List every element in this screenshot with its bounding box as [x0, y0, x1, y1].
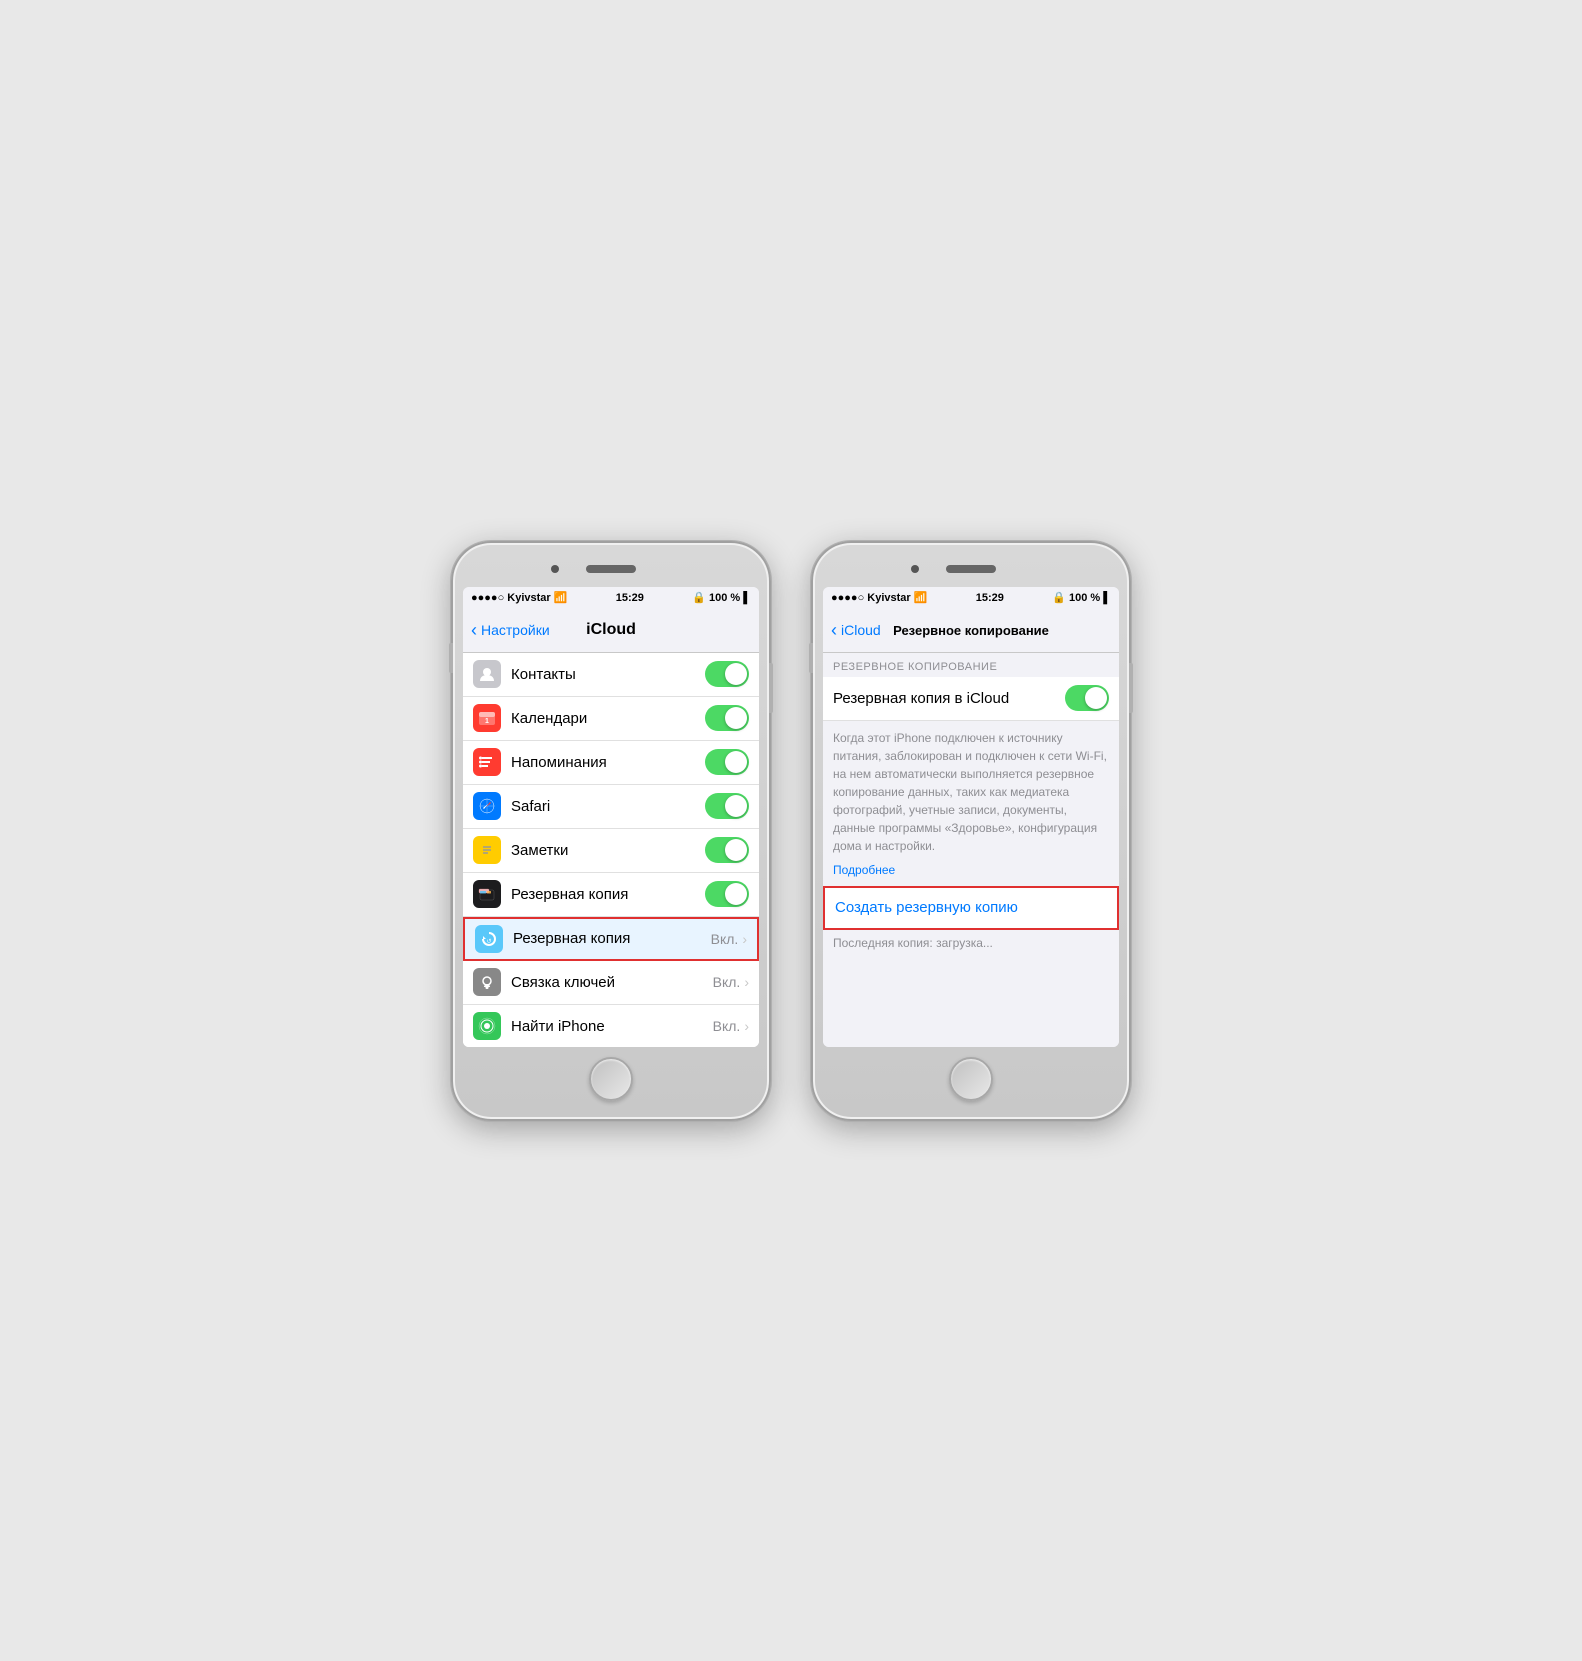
wallet-toggle[interactable]	[705, 881, 749, 907]
status-right-1: 🔒 100 % ▌	[692, 591, 751, 604]
iphone-top-2	[823, 555, 1119, 583]
speaker-1	[586, 565, 636, 573]
svg-text:1: 1	[485, 718, 489, 725]
iphone-top-1	[463, 555, 759, 583]
lock-icon-2: 🔒	[1052, 591, 1066, 604]
screen-2: ●●●●○ Kyivstar 📶 15:29 🔒 100 % ▌ ‹ iClou…	[823, 587, 1119, 1047]
time-2: 15:29	[976, 592, 1004, 604]
home-button-2[interactable]	[949, 1057, 993, 1101]
contacts-toggle[interactable]	[705, 661, 749, 687]
settings-item-wallet[interactable]: Резервная копия	[463, 873, 759, 917]
backup-card: Резервная копия в iCloud	[823, 677, 1119, 721]
back-label-2: iCloud	[841, 622, 881, 638]
backup-row-label: Резервная копия	[513, 930, 711, 947]
find-iphone-value: Вкл.	[713, 1018, 741, 1034]
settings-item-keychain[interactable]: Связка ключей Вкл. ›	[463, 961, 759, 1005]
back-label-1: Настройки	[481, 622, 550, 638]
carrier-1: ●●●●○ Kyivstar	[471, 592, 551, 604]
battery-icon-2: ▌	[1103, 592, 1111, 604]
backup-value: Вкл.	[711, 931, 739, 947]
reminders-label: Напоминания	[511, 754, 705, 771]
nav-title-2: Резервное копирование	[893, 623, 1049, 638]
settings-item-reminders[interactable]: Напоминания	[463, 741, 759, 785]
nav-bar-2: ‹ iCloud Резервное копирование	[823, 609, 1119, 653]
front-camera-1	[551, 565, 559, 573]
iphone-bottom-1	[463, 1053, 759, 1105]
svg-text:↺: ↺	[486, 938, 491, 945]
backup-icon: ↺	[475, 925, 503, 953]
calendar-toggle[interactable]	[705, 705, 749, 731]
create-backup-label: Создать резервную копию	[835, 899, 1018, 916]
reminders-toggle[interactable]	[705, 749, 749, 775]
keychain-label: Связка ключей	[511, 974, 713, 991]
back-arrow-1: ‹	[471, 621, 477, 639]
status-bar-2: ●●●●○ Kyivstar 📶 15:29 🔒 100 % ▌	[823, 587, 1119, 609]
front-camera-2	[911, 565, 919, 573]
find-iphone-chevron: ›	[744, 1018, 749, 1034]
lock-icon-1: 🔒	[692, 591, 706, 604]
status-bar-1: ●●●●○ Kyivstar 📶 15:29 🔒 100 % ▌	[463, 587, 759, 609]
keychain-icon	[473, 968, 501, 996]
battery-2: 100 %	[1069, 592, 1100, 604]
nav-bar-1: ‹ Настройки iCloud	[463, 609, 759, 653]
backup-toggle-label: Резервная копия в iCloud	[833, 690, 1065, 707]
battery-1: 100 %	[709, 592, 740, 604]
backup-chevron: ›	[742, 931, 747, 947]
safari-toggle[interactable]	[705, 793, 749, 819]
backup-description-text: Когда этот iPhone подключен к источнику …	[823, 721, 1119, 863]
settings-list-1: Контакты 1 Календари Напоминания	[463, 653, 759, 1047]
status-left-1: ●●●●○ Kyivstar 📶	[471, 591, 567, 604]
notes-label: Заметки	[511, 842, 705, 859]
contacts-icon	[473, 660, 501, 688]
settings-item-backup[interactable]: ↺ Резервная копия Вкл. ›	[463, 917, 759, 961]
status-left-2: ●●●●○ Kyivstar 📶	[831, 591, 927, 604]
wifi-icon-2: 📶	[914, 591, 928, 604]
backup-toggle-row[interactable]: Резервная копия в iCloud	[823, 677, 1119, 721]
status-right-2: 🔒 100 % ▌	[1052, 591, 1111, 604]
settings-item-notes[interactable]: Заметки	[463, 829, 759, 873]
settings-item-contacts[interactable]: Контакты	[463, 653, 759, 697]
notes-toggle[interactable]	[705, 837, 749, 863]
screen-1: ●●●●○ Kyivstar 📶 15:29 🔒 100 % ▌ ‹ Настр…	[463, 587, 759, 1047]
iphone-device-1: ●●●●○ Kyivstar 📶 15:29 🔒 100 % ▌ ‹ Настр…	[451, 541, 771, 1121]
last-backup-text: Последняя копия: загрузка...	[823, 930, 1119, 956]
time-1: 15:29	[616, 592, 644, 604]
keychain-value: Вкл.	[713, 974, 741, 990]
safari-label: Safari	[511, 798, 705, 815]
backup-action-section: Создать резервную копию	[823, 886, 1119, 930]
battery-icon-1: ▌	[743, 592, 751, 604]
carrier-2: ●●●●○ Kyivstar	[831, 592, 911, 604]
notes-icon	[473, 836, 501, 864]
back-button-2[interactable]: ‹ iCloud	[831, 621, 881, 639]
nav-title-1: iCloud	[586, 621, 636, 639]
wallet-label: Резервная копия	[511, 886, 705, 903]
back-arrow-2: ‹	[831, 621, 837, 639]
keychain-chevron: ›	[744, 974, 749, 990]
settings-item-safari[interactable]: Safari	[463, 785, 759, 829]
wifi-icon-1: 📶	[554, 591, 568, 604]
safari-icon	[473, 792, 501, 820]
settings-item-calendar[interactable]: 1 Календари	[463, 697, 759, 741]
find-iphone-label: Найти iPhone	[511, 1018, 713, 1035]
more-link[interactable]: Подробнее	[823, 863, 1119, 885]
screen-content-1: Контакты 1 Календари Напоминания	[463, 653, 759, 1047]
contacts-label: Контакты	[511, 666, 705, 683]
calendar-label: Календари	[511, 710, 705, 727]
home-button-1[interactable]	[589, 1057, 633, 1101]
speaker-2	[946, 565, 996, 573]
find-iphone-icon	[473, 1012, 501, 1040]
calendar-icon: 1	[473, 704, 501, 732]
backup-icloud-toggle[interactable]	[1065, 685, 1109, 711]
reminders-icon	[473, 748, 501, 776]
backup-section-header: РЕЗЕРВНОЕ КОПИРОВАНИЕ	[823, 653, 1119, 677]
settings-item-find-iphone[interactable]: Найти iPhone Вкл. ›	[463, 1005, 759, 1047]
wallet-icon	[473, 880, 501, 908]
back-button-1[interactable]: ‹ Настройки	[471, 621, 550, 639]
iphone-bottom-2	[823, 1053, 1119, 1105]
screen-content-2: РЕЗЕРВНОЕ КОПИРОВАНИЕ Резервная копия в …	[823, 653, 1119, 1047]
create-backup-row[interactable]: Создать резервную копию	[823, 886, 1119, 930]
iphone-device-2: ●●●●○ Kyivstar 📶 15:29 🔒 100 % ▌ ‹ iClou…	[811, 541, 1131, 1121]
